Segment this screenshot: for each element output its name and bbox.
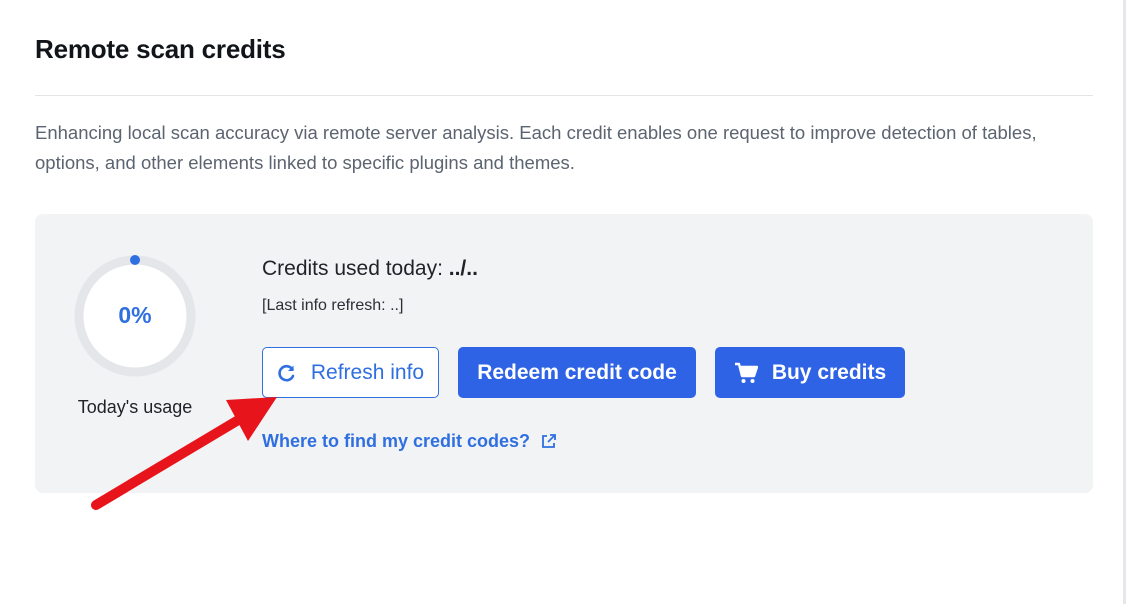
refresh-info-button[interactable]: Refresh info — [262, 347, 439, 398]
refresh-info-label: Refresh info — [310, 360, 425, 384]
description: Enhancing local scan accuracy via remote… — [35, 122, 1037, 173]
refresh-icon — [277, 363, 297, 383]
usage-caption: Today's usage — [77, 397, 193, 417]
buy-credits-button[interactable]: Buy credits — [715, 347, 905, 398]
credits-used-label: Credits used today: — [262, 257, 449, 280]
credits-panel: 0% Today's usage Credits used today: ../… — [35, 214, 1093, 493]
gauge-progress-dot — [130, 255, 140, 265]
external-link-icon — [540, 433, 557, 450]
redeem-credit-code-label: Redeem credit code — [477, 360, 677, 384]
credits-used-line: Credits used today: ../.. — [262, 257, 478, 281]
buy-credits-label: Buy credits — [771, 360, 887, 384]
page-title: Remote scan credits — [35, 34, 286, 64]
credit-codes-help-label: Where to find my credit codes? — [262, 431, 531, 451]
redeem-credit-code-button[interactable]: Redeem credit code — [458, 347, 696, 398]
cart-icon — [734, 362, 758, 384]
last-refresh-info: [Last info refresh: ..] — [262, 297, 404, 314]
credits-used-value: ../.. — [448, 257, 478, 280]
divider — [35, 95, 1093, 96]
usage-percent: 0% — [118, 302, 152, 328]
credit-codes-help-link[interactable]: Where to find my credit codes? — [262, 431, 557, 452]
